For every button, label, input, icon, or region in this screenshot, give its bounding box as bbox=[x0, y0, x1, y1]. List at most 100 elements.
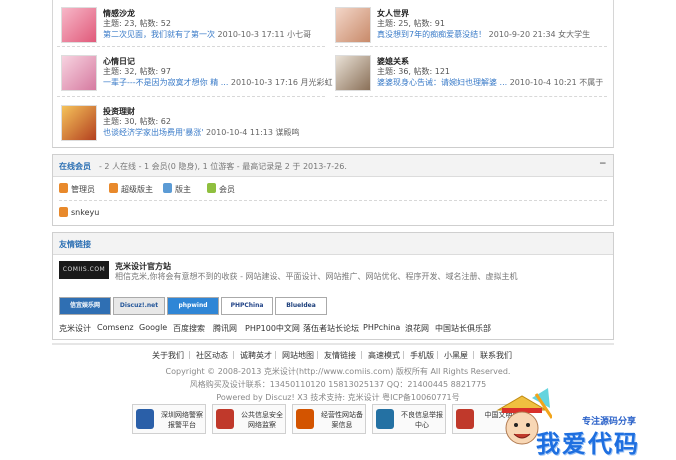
forum-item[interactable]: 心情日记 主题: 32, 帖数: 97 一辈子---不是因为寂寞才想你 精 ..… bbox=[57, 50, 332, 94]
user-icon bbox=[109, 183, 118, 193]
divider bbox=[335, 46, 607, 47]
text-link[interactable]: PHP100中文网 bbox=[245, 323, 300, 334]
text-link[interactable]: 落伍者站长论坛 bbox=[303, 323, 359, 334]
forum-thumbnail[interactable] bbox=[61, 7, 97, 43]
forum-last-post: 真没想到7年的痴痴爱慕没结！ 2010-9-20 21:34 女大学生 bbox=[377, 29, 590, 40]
text-link[interactable]: 浪花网 bbox=[405, 323, 429, 334]
footer-link[interactable]: 友情链接 bbox=[324, 350, 356, 361]
banner-link[interactable]: PHPChina bbox=[221, 297, 273, 315]
forum-item[interactable]: 女人世界 主题: 25, 帖数: 91 真没想到7年的痴痴爱慕没结！ 2010-… bbox=[331, 2, 601, 46]
forum-thumbnail[interactable] bbox=[335, 7, 371, 43]
last-post-meta: 2010-9-20 21:34 女大学生 bbox=[488, 30, 591, 39]
user-icon bbox=[207, 183, 216, 193]
member-name[interactable]: snkeyu bbox=[71, 208, 99, 217]
text-link[interactable]: 克米设计 bbox=[59, 323, 91, 334]
last-post-meta: 2010-10-4 10:21 不属于 bbox=[509, 78, 604, 87]
separator: | bbox=[360, 350, 363, 359]
legend-label: 管理员 bbox=[71, 185, 95, 194]
separator: | bbox=[402, 350, 405, 359]
last-post-meta: 2010-10-3 17:16 月光彩虹 bbox=[230, 78, 333, 87]
user-icon bbox=[59, 207, 68, 217]
footer-divider bbox=[52, 343, 614, 345]
last-post-meta: 2010-10-4 11:13 谋殿鸣 bbox=[205, 128, 300, 137]
text-link[interactable]: 百度搜索 bbox=[173, 323, 205, 334]
banner-link[interactable]: BlueIdea bbox=[275, 297, 327, 315]
forum-last-post: 婆婆现身心告诫：请婉妇也理解婆 ... 2010-10-4 10:21 不属于 bbox=[377, 77, 603, 88]
divider bbox=[57, 96, 325, 97]
forum-stats: 主题: 23, 帖数: 52 bbox=[103, 19, 171, 28]
last-post-link[interactable]: 一辈子---不是因为寂寞才想你 精 ... bbox=[103, 78, 228, 87]
collapse-icon[interactable]: − bbox=[599, 160, 607, 169]
forum-item[interactable]: 投资理财 主题: 30, 帖数: 62 也谈经济学家出场费用'暴涨' 2010-… bbox=[57, 100, 327, 144]
footer-link[interactable]: 手机版 bbox=[410, 350, 434, 361]
separator: | bbox=[232, 350, 235, 359]
report-badge[interactable]: 不良信息举报中心 bbox=[372, 404, 446, 434]
badge-label: 深圳网络警察报警平台 bbox=[161, 411, 203, 429]
footer-link[interactable]: 关于我们 bbox=[152, 350, 184, 361]
text-link[interactable]: 腾讯网 bbox=[213, 323, 237, 334]
shield-icon bbox=[216, 409, 234, 429]
forum-last-post: 也谈经济学家出场费用'暴涨' 2010-10-4 11:13 谋殿鸣 bbox=[103, 127, 300, 138]
legend-label: 超级版主 bbox=[121, 185, 153, 194]
watermark-title: 我爱代码 bbox=[536, 430, 640, 458]
online-description: - 2 人在线 - 1 会员(0 隐身), 1 位游客 - 最高记录是 2 于 … bbox=[99, 162, 347, 171]
forum-thumbnail[interactable] bbox=[335, 55, 371, 91]
forum-stats: 主题: 36, 帖数: 121 bbox=[377, 67, 451, 76]
forum-item[interactable]: 情感沙龙 主题: 23, 帖数: 52 第二次见面，我们就有了第一次 2010-… bbox=[57, 2, 327, 46]
footer-link[interactable]: 小黑屋 bbox=[444, 350, 468, 361]
banner-link[interactable]: phpwind bbox=[167, 297, 219, 315]
report-icon bbox=[376, 409, 394, 429]
last-post-link[interactable]: 婆婆现身心告诫：请婉妇也理解婆 ... bbox=[377, 78, 507, 87]
banner-link[interactable]: 信宜娱乐网 bbox=[59, 297, 111, 315]
text-link[interactable]: Google bbox=[139, 323, 167, 332]
legend-label: 会员 bbox=[219, 185, 235, 194]
separator: | bbox=[274, 350, 277, 359]
divider bbox=[59, 200, 607, 201]
user-icon bbox=[163, 183, 172, 193]
footer-link[interactable]: 社区动态 bbox=[196, 350, 228, 361]
police-icon bbox=[136, 409, 154, 429]
friend-links-panel: 友情链接 COMIIS.COM 克米设计官方站 相信克米,你将会有意想不到的收获… bbox=[52, 232, 614, 340]
separator: | bbox=[188, 350, 191, 359]
badge-label: 不良信息举报中心 bbox=[401, 411, 443, 429]
separator: | bbox=[436, 350, 439, 359]
separator: | bbox=[316, 350, 319, 359]
footer-link[interactable]: 网站地图 bbox=[282, 350, 314, 361]
last-post-link[interactable]: 真没想到7年的痴痴爱慕没结！ bbox=[377, 30, 486, 39]
badge-icon bbox=[296, 409, 314, 429]
footer-link[interactable]: 诚聘英才 bbox=[240, 350, 272, 361]
security-badge[interactable]: 公共信息安全网络监察 bbox=[212, 404, 286, 434]
forum-thumbnail[interactable] bbox=[61, 55, 97, 91]
footer-link[interactable]: 高速模式 bbox=[368, 350, 400, 361]
divider bbox=[335, 96, 607, 97]
forum-stats: 主题: 25, 帖数: 91 bbox=[377, 19, 445, 28]
text-link[interactable]: Comsenz bbox=[97, 323, 134, 332]
forum-thumbnail[interactable] bbox=[61, 105, 97, 141]
legend-label: 版主 bbox=[175, 185, 191, 194]
divider bbox=[57, 46, 325, 47]
banner-link[interactable]: Discuz!.net bbox=[113, 297, 165, 315]
forum-stats: 主题: 30, 帖数: 62 bbox=[103, 117, 171, 126]
featured-link-description: 相信克米,你将会有意想不到的收获 - 网站建设、平面设计、网站推广、网站优化、程… bbox=[115, 272, 518, 281]
online-members-panel: 在线会员 - 2 人在线 - 1 会员(0 隐身), 1 位游客 - 最高记录是… bbox=[52, 154, 614, 226]
badge-label: 经营性网站备案信息 bbox=[321, 411, 363, 429]
online-title[interactable]: 在线会员 bbox=[59, 161, 91, 172]
text-link[interactable]: 中国站长俱乐部 bbox=[435, 323, 491, 334]
user-icon bbox=[59, 183, 68, 193]
copyright: Copyright © 2008-2013 克米设计(http://www.co… bbox=[165, 367, 511, 376]
police-badge[interactable]: 深圳网络警察报警平台 bbox=[132, 404, 206, 434]
forum-stats: 主题: 32, 帖数: 97 bbox=[103, 67, 171, 76]
separator: | bbox=[472, 350, 475, 359]
last-post-link[interactable]: 第二次见面，我们就有了第一次 bbox=[103, 30, 215, 39]
text-link[interactable]: PHPchina bbox=[363, 323, 400, 332]
forum-item[interactable]: 婆媳关系 主题: 36, 帖数: 121 婆婆现身心告诫：请婉妇也理解婆 ...… bbox=[331, 50, 603, 94]
icp-badge[interactable]: 经营性网站备案信息 bbox=[292, 404, 366, 434]
friend-links-header: 友情链接 bbox=[53, 233, 613, 255]
badge-label: 公共信息安全网络监察 bbox=[241, 411, 283, 429]
footer-link[interactable]: 联系我们 bbox=[480, 350, 512, 361]
comiis-logo[interactable]: COMIIS.COM bbox=[59, 261, 109, 279]
forum-last-post: 一辈子---不是因为寂寞才想你 精 ... 2010-10-3 17:16 月光… bbox=[103, 77, 332, 88]
online-header: 在线会员 - 2 人在线 - 1 会员(0 隐身), 1 位游客 - 最高记录是… bbox=[53, 155, 613, 177]
forum-last-post: 第二次见面，我们就有了第一次 2010-10-3 17:11 小七哥 bbox=[103, 29, 311, 40]
last-post-link[interactable]: 也谈经济学家出场费用'暴涨' bbox=[103, 128, 203, 137]
